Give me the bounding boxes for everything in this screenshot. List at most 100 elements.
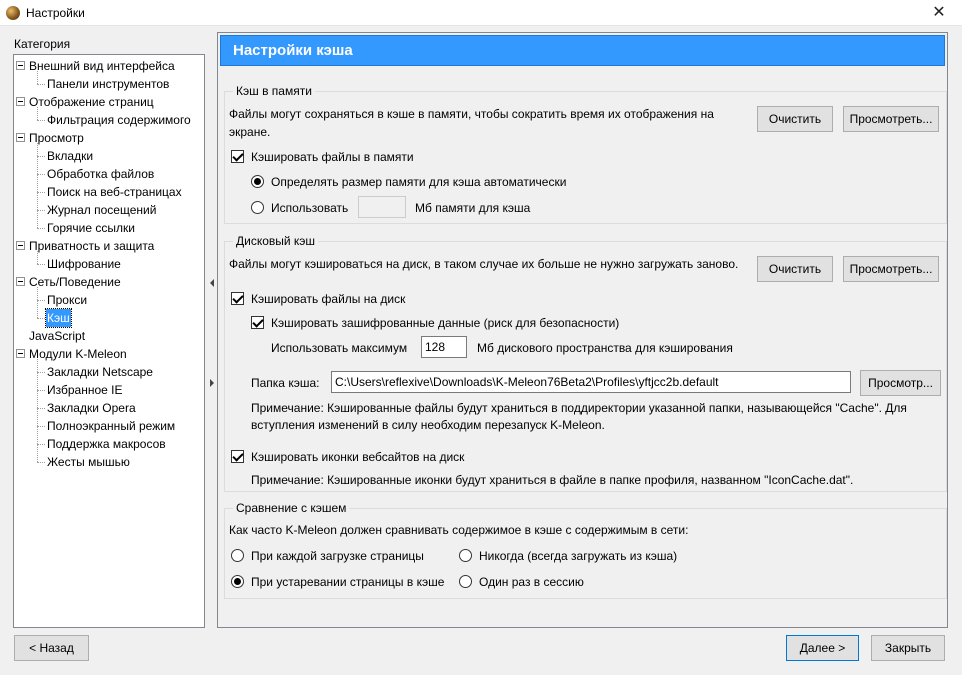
sidebar-item-label: Приватность и защита (29, 239, 155, 253)
tree-connector-line (37, 408, 45, 409)
auto-size-label: Определять размер памяти для кэша автома… (271, 175, 567, 189)
sidebar-item[interactable]: Кэш (14, 308, 204, 328)
sidebar-item[interactable]: Прокси (14, 291, 204, 309)
collapse-minus-icon[interactable] (16, 61, 25, 70)
category-tree[interactable]: Внешний вид интерфейса Панели инструменто… (13, 54, 205, 628)
collapse-arrow-icon[interactable] (210, 279, 214, 287)
sidebar-item[interactable]: Панели инструментов (14, 75, 204, 93)
memory-size-input[interactable] (358, 196, 406, 218)
collapse-minus-icon[interactable] (16, 277, 25, 286)
collapse-minus-icon[interactable] (16, 97, 25, 106)
sidebar-item[interactable]: Отображение страниц (14, 93, 204, 111)
sidebar-item-label: Вкладки (47, 149, 94, 163)
tree-connector-line (37, 143, 38, 228)
max-size-label: Использовать максимум (271, 341, 408, 355)
expand-arrow-icon[interactable] (210, 379, 214, 387)
sidebar-item-label: Шифрование (47, 257, 121, 271)
cache-encrypted-label: Кэшировать зашифрованные данные (риск дл… (271, 316, 620, 330)
sidebar-item[interactable]: Журнал посещений (14, 201, 204, 219)
sidebar-item[interactable]: JavaScript (14, 327, 204, 345)
collapse-minus-icon[interactable] (16, 241, 25, 250)
compare-when-stale-radio-dot-icon[interactable] (231, 575, 244, 588)
tree-connector-line (37, 120, 45, 121)
sidebar-item[interactable]: Поддержка макросов (14, 435, 204, 453)
sidebar-item[interactable]: Шифрование (14, 255, 204, 273)
tree-connector-line (37, 300, 45, 301)
back-button[interactable]: < Назад (14, 635, 89, 661)
sidebar-item-label: Фильтрация содержимого (47, 113, 191, 127)
memory-cache-clear-button[interactable]: Очистить (757, 106, 833, 132)
cache-compare-question: Как часто K-Meleon должен сравнивать сод… (229, 523, 689, 537)
max-disk-size-input[interactable]: 128 (421, 336, 467, 358)
sidebar-item[interactable]: Закладки Opera (14, 399, 204, 417)
memory-cache-group: Кэш в памяти Файлы могут сохраняться в к… (224, 84, 947, 224)
cache-in-memory-checkmark-icon[interactable] (231, 150, 244, 163)
sidebar-item[interactable]: Модули K-Meleon (14, 345, 204, 363)
cache-encrypted-checkmark-icon[interactable] (251, 316, 264, 329)
sidebar-item[interactable]: Поиск на веб-страницах (14, 183, 204, 201)
close-window-icon[interactable]: ✕ (916, 0, 962, 26)
sidebar-item[interactable]: Обработка файлов (14, 165, 204, 183)
tree-connector-line (37, 251, 38, 264)
cache-on-disk-label: Кэшировать файлы на диск (251, 292, 406, 306)
sidebar-item-label: Журнал посещений (47, 203, 157, 217)
k-meleon-app-icon (6, 6, 20, 20)
compare-once-per-session-label: Один раз в сессию (479, 575, 584, 589)
cache-folder-input[interactable]: C:\Users\reflexive\Downloads\K-Meleon76B… (331, 371, 851, 393)
memory-cache-description-line1: Файлы могут сохраняться в кэше в памяти,… (229, 107, 714, 121)
sidebar-item-label: Кэш (45, 308, 72, 328)
tree-connector-line (37, 444, 45, 445)
title-bar: Настройки ✕ (0, 0, 962, 26)
compare-once-per-session-radio-circle-icon[interactable] (459, 575, 472, 588)
cache-folder-browse-button[interactable]: Просмотр... (860, 370, 941, 396)
collapse-minus-icon[interactable] (16, 349, 25, 358)
max-size-unit-label: Мб дискового пространства для кэшировани… (477, 341, 733, 355)
panel-splitter[interactable] (209, 36, 214, 628)
sidebar-item-label: Панели инструментов (47, 77, 170, 91)
category-label: Категория (14, 37, 71, 51)
disk-cache-clear-button[interactable]: Очистить (757, 256, 833, 282)
sidebar-item-label: Избранное IE (47, 383, 123, 397)
sidebar-item[interactable]: Жесты мышью (14, 453, 204, 471)
compare-never-radio-circle-icon[interactable] (459, 549, 472, 562)
tree-connector-line (37, 264, 45, 265)
cache-icons-checkmark-icon[interactable] (231, 450, 244, 463)
cache-on-disk-checkmark-icon[interactable] (231, 292, 244, 305)
cache-folder-note-line2: вступления изменений в силу необходим пе… (251, 418, 605, 432)
compare-never-label: Никогда (всегда загружать из кэша) (479, 549, 678, 563)
sidebar-item-label: JavaScript (29, 329, 86, 343)
sidebar-item[interactable]: Избранное IE (14, 381, 204, 399)
sidebar-item[interactable]: Горячие ссылки (14, 219, 204, 237)
page-title: Настройки кэша (220, 35, 945, 66)
tree-connector-line (37, 318, 45, 319)
sidebar-item[interactable]: Полноэкранный режим (14, 417, 204, 435)
tree-connector-line (37, 390, 45, 391)
tree-connector-line (37, 156, 45, 157)
close-button[interactable]: Закрыть (871, 635, 945, 661)
disk-cache-group-title: Дисковый кэш (233, 234, 319, 248)
sidebar-item[interactable]: Внешний вид интерфейса (14, 57, 204, 75)
cache-icons-label: Кэшировать иконки вебсайтов на диск (251, 450, 465, 464)
memory-cache-view-button[interactable]: Просмотреть... (843, 106, 939, 132)
disk-cache-view-button[interactable]: Просмотреть... (843, 256, 939, 282)
next-button[interactable]: Далее > (786, 635, 859, 661)
sidebar-item-label: Полноэкранный режим (47, 419, 176, 433)
memory-size-unit-label: Мб памяти для кэша (415, 201, 531, 215)
tree-connector-line (37, 426, 45, 427)
tree-connector-line (37, 462, 45, 463)
auto-size-radio-dot-icon[interactable] (251, 175, 264, 188)
sidebar-item[interactable]: Вкладки (14, 147, 204, 165)
sidebar-item[interactable]: Фильтрация содержимого (14, 111, 204, 129)
sidebar-item[interactable]: Закладки Netscape (14, 363, 204, 381)
sidebar-item-label: Модули K-Meleon (29, 347, 127, 361)
compare-every-load-radio-circle-icon[interactable] (231, 549, 244, 562)
sidebar-item[interactable]: Приватность и защита (14, 237, 204, 255)
sidebar-item[interactable]: Просмотр (14, 129, 204, 147)
cache-folder-note-line1: Примечание: Кэшированные файлы будут хра… (251, 401, 907, 415)
sidebar-item-label: Сеть/Поведение (29, 275, 121, 289)
use-size-radio-circle-icon[interactable] (251, 201, 264, 214)
collapse-minus-icon[interactable] (16, 133, 25, 142)
icon-cache-note: Примечание: Кэшированные иконки будут хр… (251, 473, 854, 487)
memory-cache-group-title: Кэш в памяти (233, 84, 315, 98)
sidebar-item[interactable]: Сеть/Поведение (14, 273, 204, 291)
